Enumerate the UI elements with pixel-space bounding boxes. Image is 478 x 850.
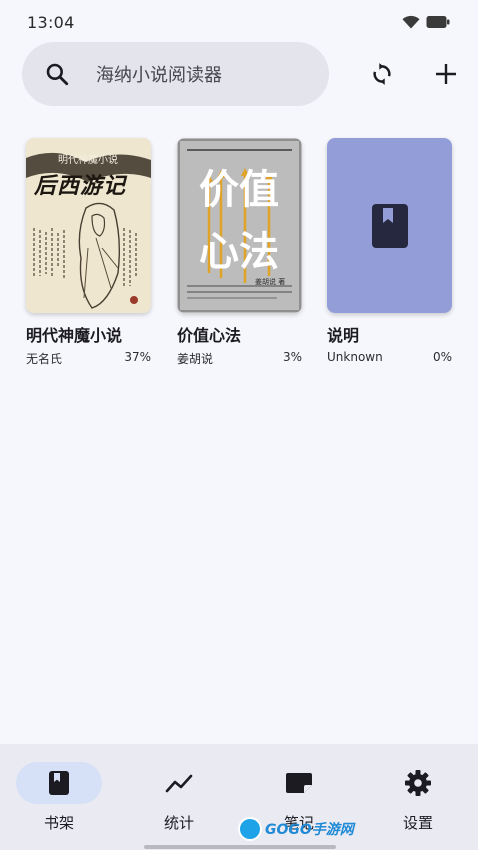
cover-title-line2: 心法: [199, 229, 279, 275]
book-progress: 0%: [432, 350, 452, 364]
add-button[interactable]: [428, 56, 464, 92]
book-title: 价值心法: [177, 326, 242, 345]
nav-label: 书架: [43, 814, 74, 832]
book-meta: 无名氏 37%: [26, 350, 151, 367]
nav-item-bookshelf[interactable]: 书架: [9, 762, 109, 842]
sync-button[interactable]: [364, 56, 400, 92]
search-icon: [46, 63, 69, 86]
note-icon: [286, 773, 312, 793]
book-meta: Unknown 0%: [327, 350, 452, 364]
status-icons: [402, 15, 450, 29]
battery-icon: [426, 16, 450, 28]
book-card[interactable]: 说明 Unknown 0%: [327, 138, 453, 364]
book-author: 无名氏: [26, 352, 63, 366]
cover-author-text: 姜胡说 著: [255, 278, 286, 286]
watermark-text: GOGO手游网: [265, 822, 354, 838]
watermark: GOGO手游网: [238, 816, 354, 842]
search-placeholder: 海纳小说阅读器: [96, 65, 222, 86]
status-time: 13:04: [27, 12, 75, 32]
book-author: 姜胡说: [177, 352, 214, 366]
nav-pill: [136, 762, 222, 804]
book-card[interactable]: 价值 心法 姜胡说 著 价值心法 姜胡说 3%: [177, 138, 303, 367]
book-card[interactable]: 明代神魔小说 后西游记 明代神魔小说 无名氏 37%: [26, 138, 152, 367]
nav-item-settings[interactable]: 设置: [368, 762, 468, 842]
book-cover[interactable]: 明代神魔小说 后西游记: [26, 138, 151, 313]
book-title: 说明: [327, 326, 360, 345]
cover-top-text: 明代神魔小说: [58, 155, 118, 166]
nav-pill: [16, 762, 102, 804]
cover-title-line1: 价值: [199, 167, 279, 213]
book-meta: 姜胡说 3%: [177, 350, 302, 367]
chart-icon: [165, 774, 193, 793]
book-progress: 3%: [282, 350, 302, 364]
nav-label: 统计: [163, 814, 194, 832]
nav-item-stats[interactable]: 统计: [129, 762, 229, 842]
status-bar: 13:04: [0, 0, 478, 44]
wifi-icon: [402, 15, 420, 29]
nav-pill: [256, 762, 342, 804]
nav-pill: [375, 762, 461, 804]
sync-icon: [373, 63, 391, 85]
book-cover[interactable]: [327, 138, 452, 313]
add-icon: [436, 64, 456, 84]
book-title: 明代神魔小说: [26, 326, 123, 345]
watermark-logo-icon: [238, 817, 262, 841]
book-cover[interactable]: 价值 心法 姜胡说 著: [177, 138, 302, 313]
home-indicator[interactable]: [144, 845, 336, 849]
nav-label: 设置: [402, 814, 433, 832]
book-progress: 37%: [124, 350, 151, 364]
book-icon: [49, 771, 69, 795]
search-bar[interactable]: 海纳小说阅读器: [22, 42, 329, 106]
book-icon: [371, 203, 408, 248]
gear-icon: [405, 770, 431, 796]
book-author: Unknown: [327, 350, 383, 364]
cover-title-text: 后西游记: [34, 173, 127, 199]
